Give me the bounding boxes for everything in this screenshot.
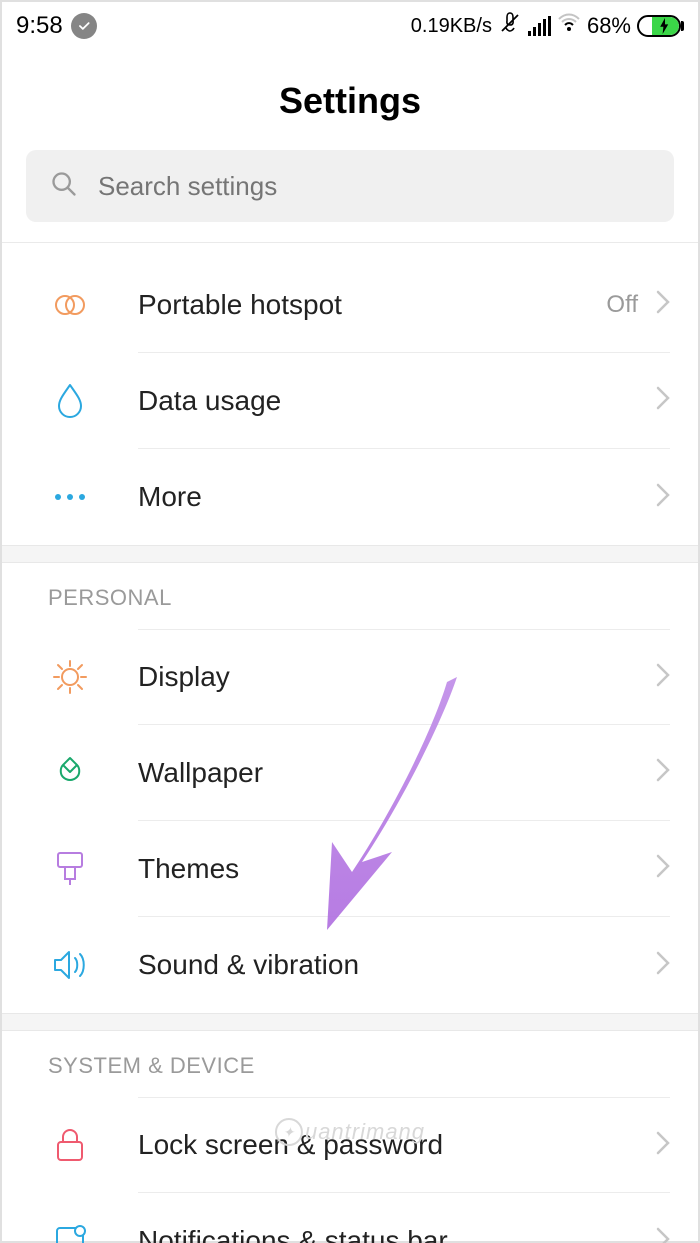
signal-icon <box>528 16 551 36</box>
search-input[interactable] <box>98 171 650 202</box>
brush-icon <box>48 847 92 891</box>
row-sound-vibration[interactable]: Sound & vibration <box>138 917 670 1013</box>
row-display[interactable]: Display <box>138 629 670 725</box>
section-header-system: SYSTEM & DEVICE <box>2 1031 698 1097</box>
chevron-right-icon <box>656 951 670 980</box>
row-label: Themes <box>138 853 656 885</box>
tulip-icon <box>48 751 92 795</box>
droplet-icon <box>48 379 92 423</box>
row-label: Portable hotspot <box>138 289 606 321</box>
search-icon <box>50 170 78 203</box>
notification-dot-icon <box>48 1219 92 1243</box>
hotspot-icon <box>48 283 92 327</box>
chevron-right-icon <box>656 1131 670 1160</box>
chevron-right-icon <box>656 483 670 512</box>
row-themes[interactable]: Themes <box>138 821 670 917</box>
chevron-right-icon <box>656 854 670 883</box>
chevron-right-icon <box>656 663 670 692</box>
status-bar: 9:58 0.19KB/s 68% <box>2 2 698 44</box>
status-time: 9:58 <box>16 12 63 40</box>
section-header-personal: PERSONAL <box>2 563 698 629</box>
row-label: Data usage <box>138 385 656 417</box>
row-portable-hotspot[interactable]: Portable hotspot Off <box>138 257 670 353</box>
data-rate: 0.19KB/s <box>411 15 492 38</box>
row-wallpaper[interactable]: Wallpaper <box>138 725 670 821</box>
watermark: ✦uantrimang <box>275 1118 425 1146</box>
battery-icon <box>637 15 684 37</box>
row-notifications[interactable]: Notifications & status bar <box>138 1193 670 1243</box>
lock-icon <box>48 1123 92 1167</box>
chevron-right-icon <box>656 758 670 787</box>
chevron-right-icon <box>656 386 670 415</box>
more-icon <box>48 475 92 519</box>
row-data-usage[interactable]: Data usage <box>138 353 670 449</box>
search-bar[interactable] <box>26 150 674 222</box>
row-label: Wallpaper <box>138 757 656 789</box>
chevron-right-icon <box>656 290 670 319</box>
speaker-icon <box>48 943 92 987</box>
chevron-right-icon <box>656 1227 670 1243</box>
row-label: Notifications & status bar <box>138 1225 656 1243</box>
row-label: Sound & vibration <box>138 949 656 981</box>
wifi-icon <box>557 13 581 39</box>
row-value: Off <box>606 291 638 319</box>
page-title: Settings <box>2 44 698 150</box>
row-more[interactable]: More <box>138 449 670 545</box>
check-circle-icon <box>71 13 97 39</box>
battery-percent: 68% <box>587 13 631 39</box>
sun-icon <box>48 655 92 699</box>
mute-icon <box>498 11 522 41</box>
row-label: More <box>138 481 656 513</box>
lens-icon: ✦ <box>275 1118 303 1146</box>
row-label: Display <box>138 661 656 693</box>
